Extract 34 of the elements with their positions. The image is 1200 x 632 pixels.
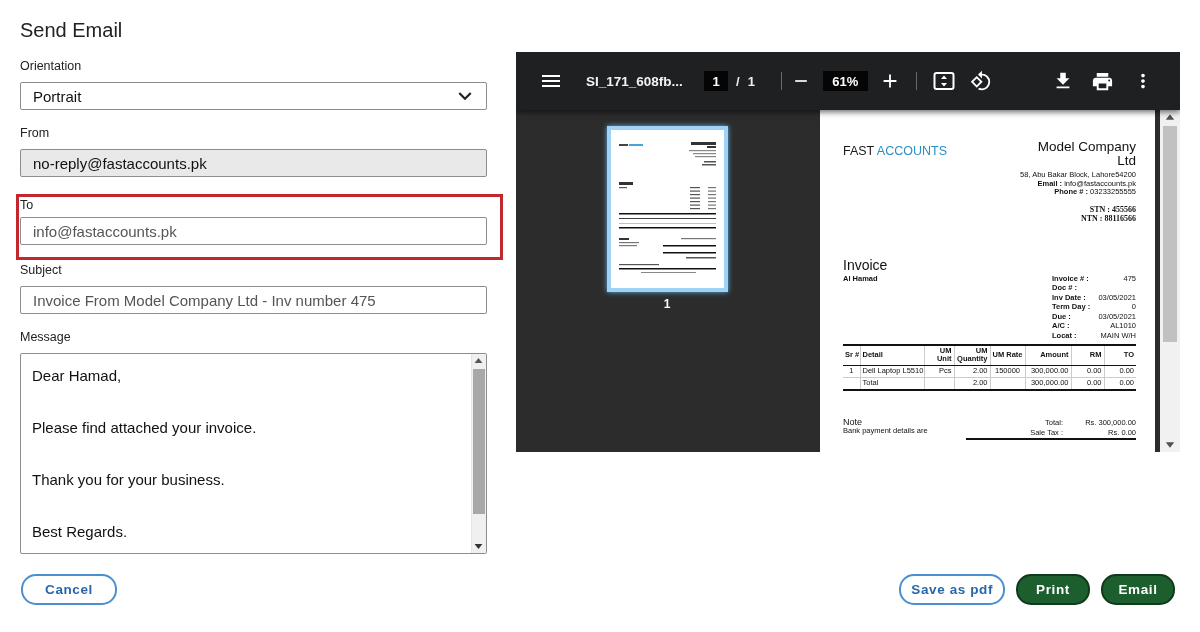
tax-id: NTN : 88116566 <box>1080 213 1136 223</box>
primary-button[interactable]: Print <box>1016 574 1090 605</box>
outline-button[interactable]: Cancel <box>21 574 117 605</box>
message-field[interactable]: Dear Hamad, Please find attached your invoice. Thank you for your business. Best Regards. <box>20 353 487 554</box>
zoom-field[interactable]: 61% <box>822 71 868 91</box>
brand-logo: FAST ACCOUNTS <box>843 145 947 158</box>
dialog-title: Send Email <box>20 18 123 43</box>
field-label: To <box>20 197 34 213</box>
thumbnail-label: 1 <box>663 297 671 311</box>
field-label: Orientation <box>20 58 82 74</box>
message-text: Dear Hamad, Please find attached your invoice. Thank you for your business. Best Regards. <box>31 366 258 542</box>
scrollbar-thumb[interactable] <box>473 369 485 514</box>
field-label: Subject <box>20 262 62 278</box>
tax-id: STN : 455566 <box>1089 204 1136 214</box>
company-name: Model Company Ltd <box>1036 140 1136 168</box>
input-field[interactable]: info@fastaccounts.pk <box>20 217 487 245</box>
document-title: Invoice <box>843 256 889 273</box>
rotate-icon[interactable] <box>969 70 992 92</box>
scrollbar-thumb[interactable] <box>1163 126 1177 342</box>
scrollbar-track[interactable] <box>471 354 486 553</box>
select-field[interactable]: Portrait <box>20 82 487 110</box>
field-label: Message <box>20 329 71 345</box>
note-title: Note <box>843 416 863 427</box>
page-count: 1 <box>747 73 755 89</box>
page-number-field[interactable]: 1 <box>704 71 728 91</box>
scrollbar-track[interactable] <box>1160 110 1180 452</box>
input-field[interactable]: Invoice From Model Company Ltd - Inv number 475 <box>20 286 487 314</box>
field-label: From <box>20 125 50 141</box>
file-name: SI_171_608fb... <box>586 73 684 89</box>
primary-button[interactable]: Email <box>1101 574 1175 605</box>
readonly-field[interactable]: no-reply@fastaccounts.pk <box>20 149 487 177</box>
page-divider: / <box>736 73 740 89</box>
fit-page-icon[interactable] <box>932 71 955 91</box>
outline-button[interactable]: Save as pdf <box>899 574 1005 605</box>
